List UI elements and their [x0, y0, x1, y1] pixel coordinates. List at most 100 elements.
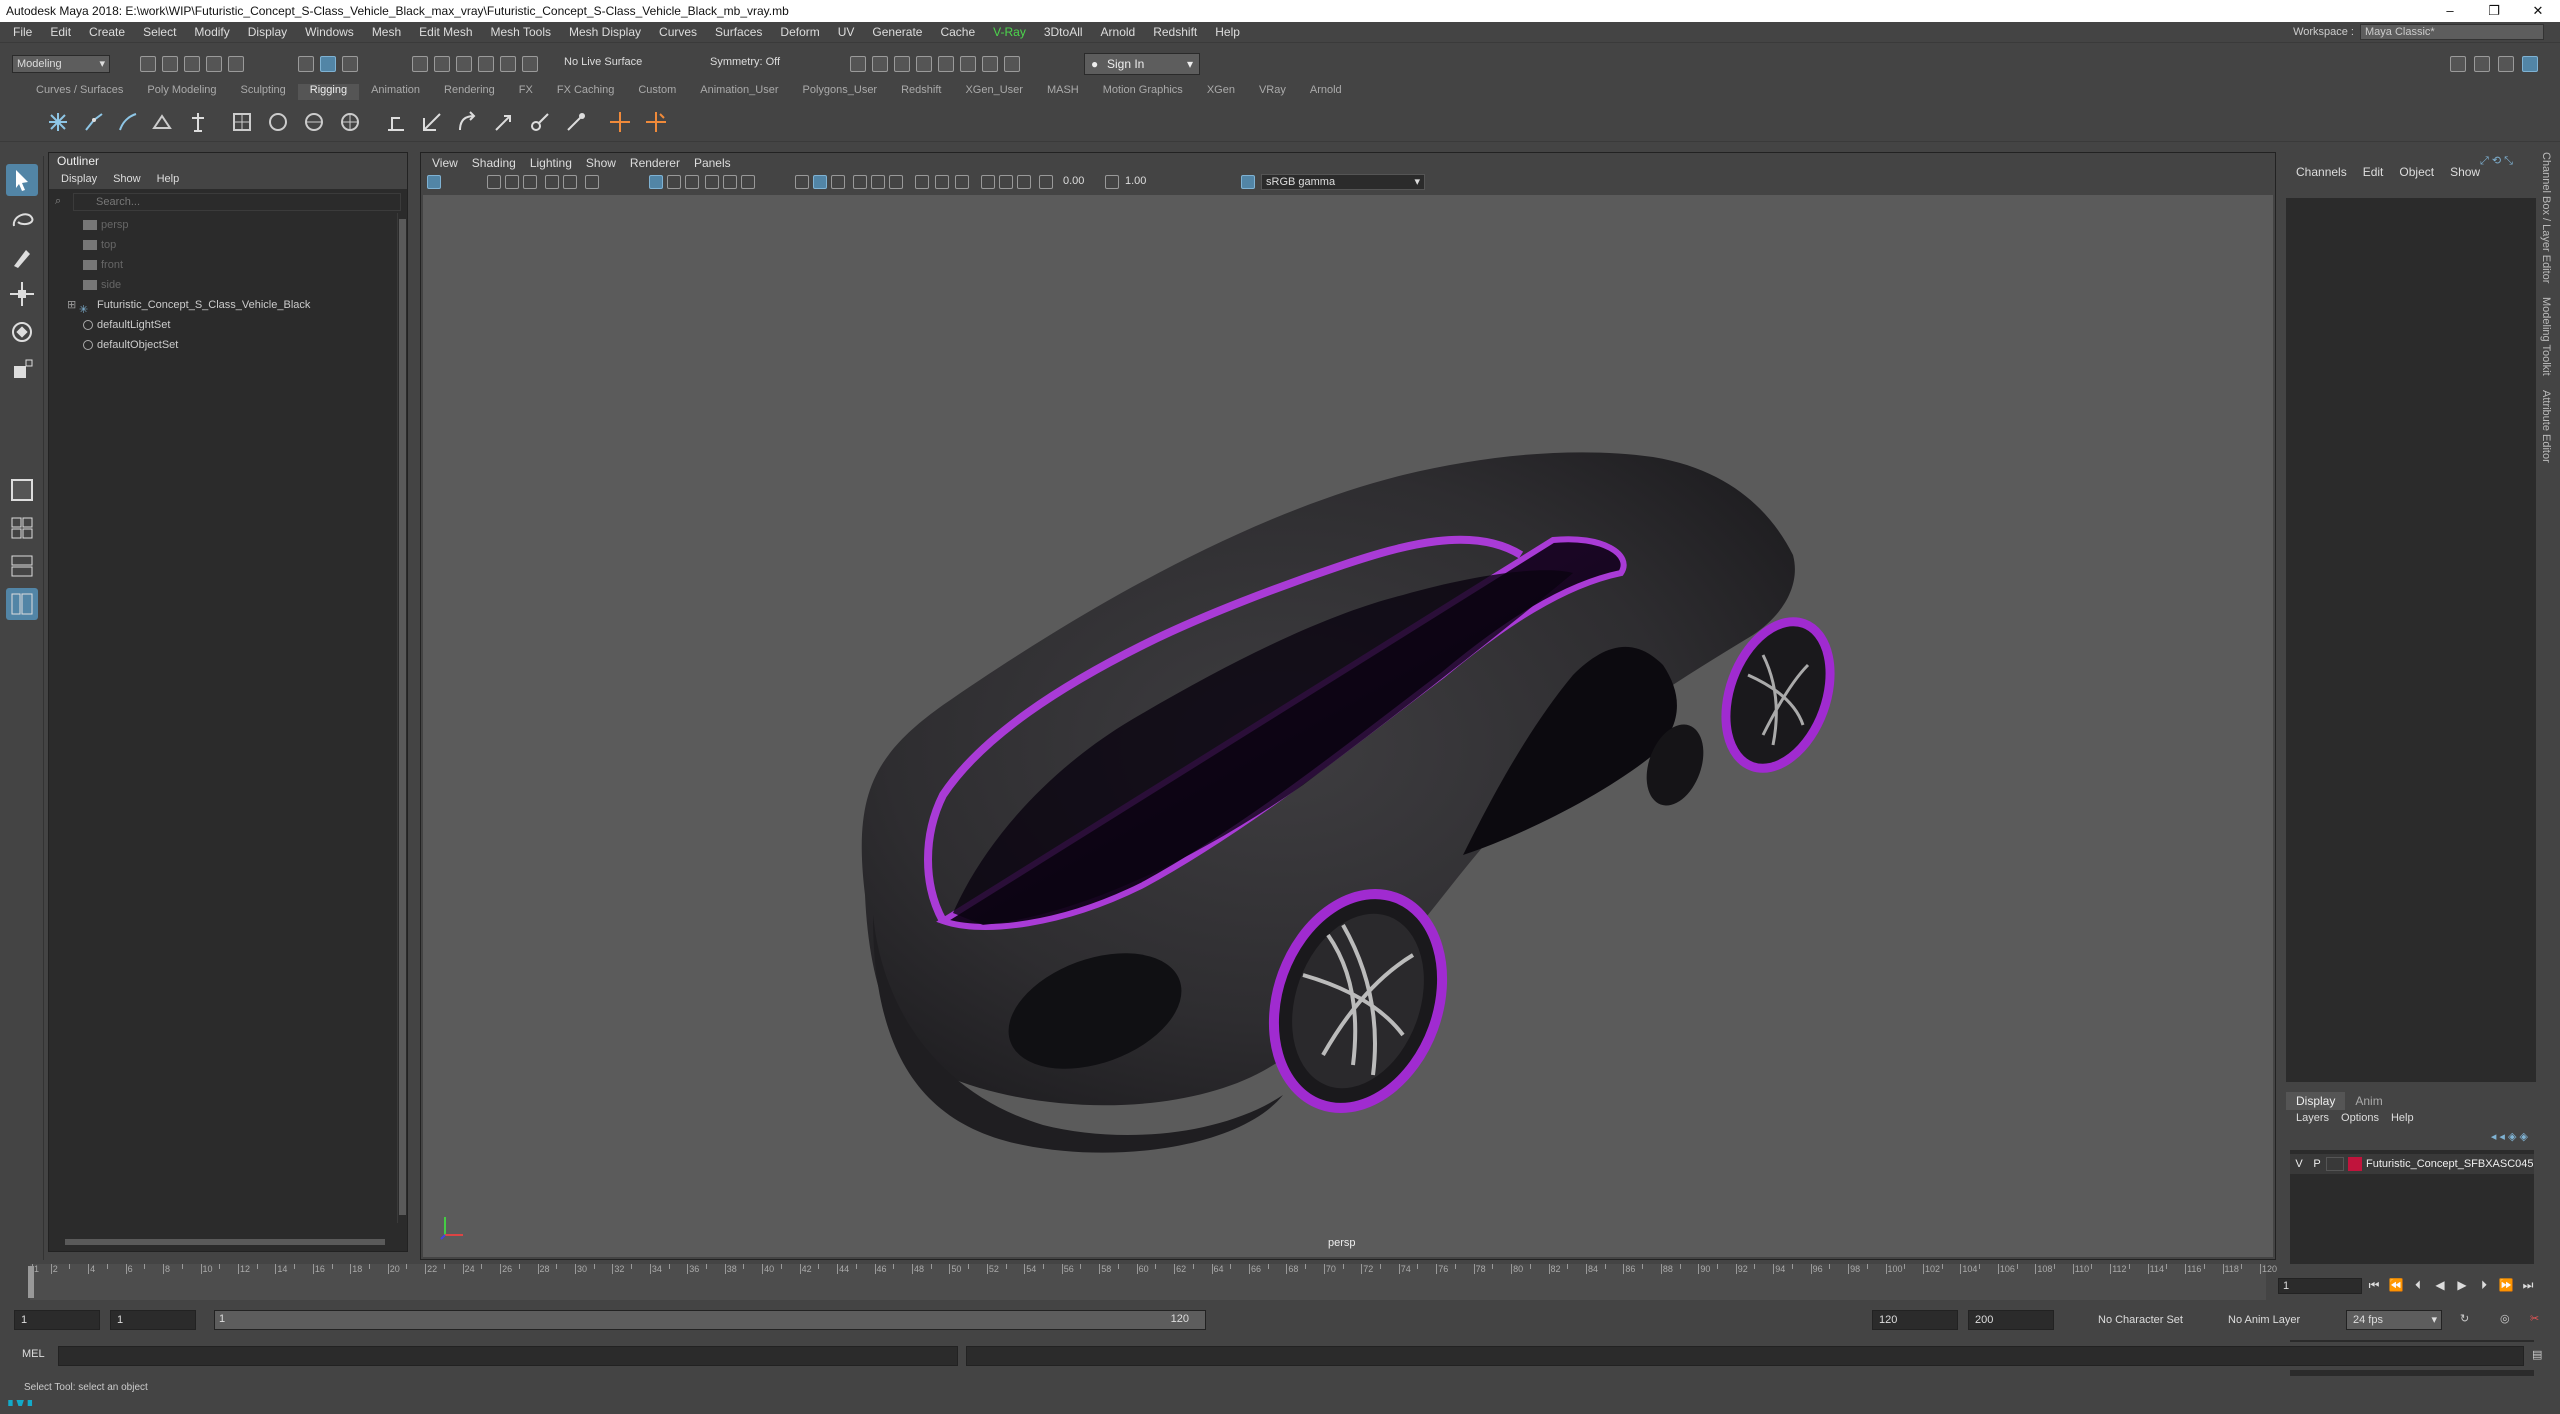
depth-of-field-icon[interactable] — [853, 175, 867, 189]
persp-outliner-layout-icon[interactable] — [6, 588, 38, 620]
locator-icon[interactable] — [608, 110, 632, 134]
scale-tool-icon[interactable] — [6, 354, 38, 386]
safe-title-icon[interactable] — [1017, 175, 1031, 189]
time-ruler[interactable]: 1 2 4 6 8 10 12 14 16 18 20 22 24 26 28 30 32 34 36 38 40 42 4… — [30, 1264, 2277, 1300]
create-joint-icon[interactable] — [46, 110, 70, 134]
menu-redshift[interactable]: Redshift — [1144, 25, 1206, 39]
shelf-tab-xgen[interactable]: XGen — [1195, 84, 1247, 100]
pause-render-icon[interactable] — [1004, 56, 1020, 72]
shelf-tab-polygons-user[interactable]: Polygons_User — [791, 84, 890, 100]
script-editor-icon[interactable]: ▤ — [2532, 1348, 2542, 1361]
shelf-tab-redshift[interactable]: Redshift — [889, 84, 953, 100]
menu-edit-mesh[interactable]: Edit Mesh — [410, 25, 481, 39]
menu-file[interactable]: File — [4, 25, 41, 39]
select-component-icon[interactable] — [342, 56, 358, 72]
outliner-vertical-scrollbar[interactable] — [397, 213, 407, 1223]
parent-constraint-icon[interactable] — [384, 110, 408, 134]
menu-help[interactable]: Help — [1206, 25, 1249, 39]
move-tool-icon[interactable] — [6, 278, 38, 310]
channel-box-small-icons[interactable]: ⤢ ⟲ ⤡ — [2480, 154, 2513, 168]
shelf-tab-animation[interactable]: Animation — [359, 84, 432, 100]
loop-icon[interactable]: ↻ — [2460, 1312, 2469, 1325]
wireframe-icon[interactable] — [649, 175, 663, 189]
bookmark-icon[interactable] — [505, 175, 519, 189]
symmetry-dropdown[interactable]: Symmetry: Off — [710, 56, 780, 68]
snap-surface-icon[interactable] — [500, 56, 516, 72]
snap-center-icon[interactable] — [522, 56, 538, 72]
anim-layer-dropdown[interactable]: No Anim Layer — [2228, 1310, 2300, 1330]
toggle-tool-settings-icon[interactable] — [2498, 56, 2514, 72]
command-language-toggle[interactable]: MEL — [22, 1348, 45, 1360]
shelf-tab-fx[interactable]: FX — [507, 84, 545, 100]
side-tab-channel-box[interactable]: Channel Box / Layer Editor — [2540, 152, 2552, 283]
orient-constraint-icon[interactable] — [456, 110, 480, 134]
playback-end-field[interactable]: 120 — [1872, 1310, 1958, 1330]
go-to-start-icon[interactable]: ⏮ — [2366, 1278, 2382, 1293]
outliner-item-vehicle[interactable]: ⊞ ✳ Futuristic_Concept_S_Class_Vehicle_Bla… — [49, 295, 389, 316]
toggle-channel-box-icon[interactable] — [2522, 56, 2538, 72]
menu-arnold[interactable]: Arnold — [1092, 25, 1145, 39]
shelf-tab-xgen-user[interactable]: XGen_User — [953, 84, 1034, 100]
shelf-tab-arnold[interactable]: Arnold — [1298, 84, 1354, 100]
scene-end-field[interactable]: 200 — [1968, 1310, 2054, 1330]
menu-edit[interactable]: Edit — [41, 25, 80, 39]
side-tab-attribute-editor[interactable]: Attribute Editor — [2540, 390, 2552, 463]
menu-create[interactable]: Create — [80, 25, 134, 39]
outliner-menu-show[interactable]: Show — [105, 173, 149, 185]
minimize-button[interactable]: – — [2428, 3, 2472, 19]
viewport-menu-show[interactable]: Show — [579, 156, 623, 170]
menu-deform[interactable]: Deform — [771, 25, 828, 39]
auto-key-icon[interactable]: ◎ — [2500, 1312, 2510, 1325]
xray-joints-icon[interactable] — [915, 175, 929, 189]
resolution-gate-icon[interactable] — [955, 175, 969, 189]
new-scene-icon[interactable] — [140, 56, 156, 72]
scrollbar-thumb[interactable] — [65, 1239, 385, 1245]
workspace-dropdown[interactable]: Maya Classic* — [2360, 24, 2544, 40]
field-chart-icon[interactable] — [981, 175, 995, 189]
shadows-icon[interactable] — [741, 175, 755, 189]
sign-in-button[interactable]: ● Sign In ▾ — [1084, 53, 1200, 75]
layer-name[interactable]: Futuristic_Concept_SFBXASC045 — [2366, 1158, 2534, 1170]
outliner-search-input[interactable]: Search... — [73, 193, 401, 211]
layers-menu-layers[interactable]: Layers — [2290, 1112, 2335, 1124]
current-frame-field[interactable]: 1 — [2278, 1278, 2362, 1294]
grid-icon[interactable] — [585, 175, 599, 189]
menu-vray[interactable]: V-Ray — [984, 25, 1035, 39]
snap-point-icon[interactable] — [456, 56, 472, 72]
menu-curves[interactable]: Curves — [650, 25, 706, 39]
step-back-frame-icon[interactable]: ⏴ — [2410, 1278, 2426, 1293]
menu-cache[interactable]: Cache — [931, 25, 984, 39]
motion-blur-icon[interactable] — [813, 175, 827, 189]
outliner-item-default-object-set[interactable]: defaultObjectSet — [49, 335, 389, 355]
shelf-tab-custom[interactable]: Custom — [626, 84, 688, 100]
redo-icon[interactable] — [228, 56, 244, 72]
outliner-horizontal-scrollbar[interactable] — [55, 1237, 395, 1247]
multisample-aa-icon[interactable] — [831, 175, 845, 189]
menu-mesh-tools[interactable]: Mesh Tools — [482, 25, 560, 39]
range-slider[interactable]: 1 120 — [214, 1310, 1206, 1330]
group-icon[interactable] — [644, 110, 668, 134]
pole-vector-icon[interactable] — [564, 110, 588, 134]
paint-select-tool-icon[interactable] — [6, 240, 38, 272]
exposure-icon[interactable] — [1039, 175, 1053, 189]
layer-color-swatch[interactable] — [2348, 1157, 2362, 1171]
outliner-item-top[interactable]: top — [49, 235, 389, 255]
snap-grid-icon[interactable] — [412, 56, 428, 72]
rotate-tool-icon[interactable] — [6, 316, 38, 348]
camera-attributes-icon[interactable] — [487, 175, 501, 189]
safe-action-icon[interactable] — [999, 175, 1013, 189]
snap-curve-icon[interactable] — [434, 56, 450, 72]
step-back-key-icon[interactable]: ⏪ — [2388, 1278, 2404, 1293]
use-all-lights-icon[interactable] — [723, 175, 737, 189]
backface-culling-icon[interactable] — [935, 175, 949, 189]
expand-plus-icon[interactable]: ⊞ — [67, 295, 79, 315]
toggle-modeling-toolkit-icon[interactable] — [2450, 56, 2466, 72]
scale-constraint-icon[interactable] — [492, 110, 516, 134]
close-button[interactable]: ✕ — [2516, 3, 2560, 19]
render-current-frame-icon[interactable] — [872, 56, 888, 72]
grease-pencil-icon[interactable] — [563, 175, 577, 189]
select-hierarchy-icon[interactable] — [298, 56, 314, 72]
shelf-tab-vray[interactable]: VRay — [1247, 84, 1298, 100]
xray-icon[interactable] — [889, 175, 903, 189]
layer-action-icons[interactable]: ◂ ◂ ◈ ◈ — [2491, 1130, 2528, 1143]
